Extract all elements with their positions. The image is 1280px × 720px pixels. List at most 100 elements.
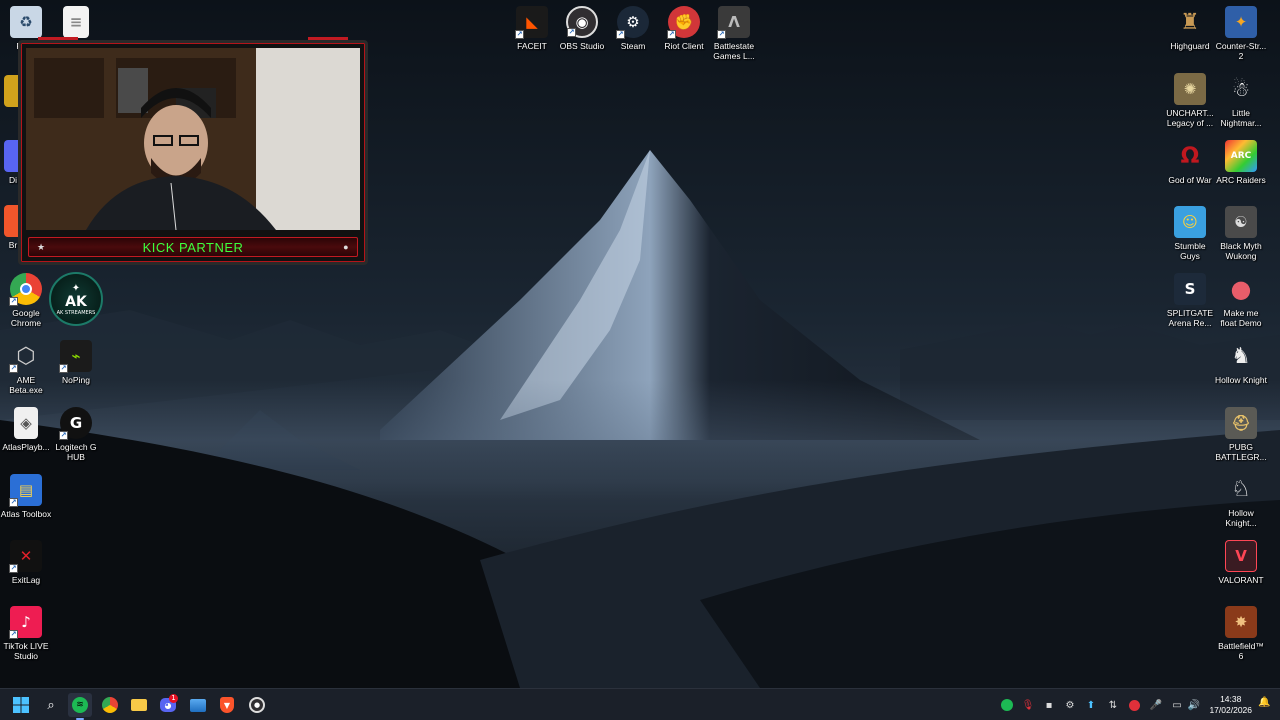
steam-icon: ⚙ ↗ (616, 6, 649, 39)
display-tray-icon[interactable]: ▭ (1169, 697, 1185, 713)
battlestate-desktop-icon[interactable]: Λ ↗ Battlestate Games L... (708, 6, 760, 61)
vpn-tray-icon[interactable]: ⬆ (1083, 697, 1099, 713)
noping-icon: ⌁ ↗ (59, 340, 92, 373)
counter-strike-desktop-icon[interactable]: ✦ Counter-Str... 2 (1215, 6, 1267, 61)
little-nightmares-desktop-icon[interactable]: ☃ Little Nightmar... (1215, 73, 1267, 128)
spotify-taskbar[interactable]: ≋ (68, 693, 92, 720)
exitlag-icon: ✕ ↗ (9, 540, 42, 573)
pubg-desktop-icon[interactable]: ⛑ PUBG BATTLEGR... (1215, 407, 1267, 462)
logitech-g-icon: G ↗ (59, 407, 92, 440)
ame-icon: ⬡ ↗ (9, 343, 36, 373)
battlefield-desktop-icon[interactable]: ✸ Battlefield™ 6 (1215, 606, 1267, 661)
ame-desktop-icon[interactable]: ⬡ ↗ AME Beta.exe (0, 340, 52, 395)
highguard-desktop-icon[interactable]: ♜ Highguard (1164, 6, 1216, 52)
clock-date: 17/02/2026 (1209, 705, 1252, 715)
splitgate-icon: S (1174, 273, 1206, 305)
counter-strike-icon: ✦ (1225, 6, 1257, 38)
hollow-knight-silksong-icon: ♘ (1231, 476, 1251, 502)
mic-muted-tray-icon[interactable]: 🎙 (1020, 697, 1036, 713)
photos-icon (190, 698, 206, 712)
hollow-knight-silksong-desktop-icon[interactable]: ♘ Hollow Knight... (1215, 473, 1267, 529)
taskbar: ⌕ ≋ ◕ 1 ▼ ● 🎙 ▪ ⚙ ⬆ ⇅ 🎤 ▭ 🔊 14:38 17/02/… (0, 688, 1280, 720)
search-icon: ⌕ (47, 697, 55, 713)
chrome-icon (102, 697, 118, 713)
photos-taskbar[interactable] (186, 693, 210, 717)
notification-center-icon[interactable]: 🔔 (1258, 697, 1272, 711)
highguard-icon: ♜ (1180, 9, 1200, 35)
black-myth-icon: ☯ (1225, 206, 1257, 238)
search-button[interactable]: ⌕ (39, 693, 63, 717)
splitgate-desktop-icon[interactable]: S SPLITGATE Arena Re... (1164, 273, 1216, 328)
god-of-war-desktop-icon[interactable]: Ω God of War (1164, 140, 1216, 186)
tiktok-live-desktop-icon[interactable]: ♪ ↗ TikTok LIVE Studio (0, 606, 52, 661)
obs-icon: ◉ ↗ (566, 6, 598, 38)
webcam-video (26, 48, 360, 230)
kick-partner-banner: ★ KICK PARTNER ● (28, 237, 358, 257)
stumble-guys-icon: ☺ (1174, 206, 1206, 238)
arc-raiders-icon: ARC (1225, 140, 1257, 172)
webcam-overlay: ★ KICK PARTNER ● (18, 37, 368, 265)
spotify-icon: ≋ (72, 697, 88, 713)
steam-desktop-icon[interactable]: ⚙ ↗ Steam (607, 6, 659, 51)
desktop[interactable]: ♻ Recy ≡ Di Br ↗ Google Chrome ✦AKAK STR… (0, 0, 1280, 688)
tiktok-live-icon: ♪ ↗ (9, 606, 42, 639)
black-myth-desktop-icon[interactable]: ☯ Black Myth Wukong (1215, 206, 1267, 261)
record-tray-icon[interactable] (1126, 697, 1142, 713)
discord-taskbar[interactable]: ◕ 1 (156, 693, 180, 717)
steam-tray-icon[interactable]: ⚙ (1062, 697, 1078, 713)
obs-desktop-icon[interactable]: ◉ ↗ OBS Studio (556, 6, 608, 51)
ak-streamers-desktop-icon[interactable]: ✦ AK AK STREAMERS (48, 272, 104, 329)
chrome-icon: ↗ (9, 273, 42, 306)
recycle-bin-icon: ♻ (10, 6, 42, 38)
document-desktop-icon[interactable]: ≡ (50, 6, 102, 41)
webcam-scene (26, 48, 360, 230)
brave-icon: ▼ (220, 697, 234, 713)
riot-icon: ✊ ↗ (667, 6, 700, 39)
atlas-toolbox-desktop-icon[interactable]: ▤ ↗ Atlas Toolbox (0, 474, 52, 519)
valorant-icon: V (1225, 540, 1257, 572)
microphone-tray-icon[interactable]: 🎤 (1148, 697, 1164, 713)
obs-taskbar[interactable]: ● (245, 693, 269, 717)
star-icon: ★ (37, 241, 46, 252)
user-icon: ● (343, 242, 349, 252)
logitech-desktop-icon[interactable]: G ↗ Logitech G HUB (50, 407, 102, 462)
battlestate-icon: Λ ↗ (717, 6, 750, 39)
ak-streamers-logo-icon: ✦ AK AK STREAMERS (49, 272, 103, 326)
god-of-war-icon: Ω (1180, 143, 1200, 169)
exitlag-desktop-icon[interactable]: ✕ ↗ ExitLag (0, 540, 52, 585)
uncharted-desktop-icon[interactable]: ✺ UNCHART... Legacy of ... (1164, 73, 1216, 128)
atlas-playbook-icon: ◈ (14, 407, 38, 439)
valorant-desktop-icon[interactable]: V VALORANT (1215, 540, 1267, 585)
chrome-taskbar[interactable] (98, 693, 122, 717)
stumble-guys-desktop-icon[interactable]: ☺ Stumble Guys (1164, 206, 1216, 261)
balloon-icon: ● (1230, 275, 1252, 303)
file-explorer-taskbar[interactable] (127, 693, 151, 717)
clock-time: 14:38 (1220, 694, 1242, 704)
notification-badge: 1 (169, 694, 178, 703)
make-me-float-desktop-icon[interactable]: ● Make me float Demo (1215, 273, 1267, 328)
obs-icon: ● (249, 697, 265, 713)
noping-desktop-icon[interactable]: ⌁ ↗ NoPing (50, 340, 102, 385)
faceit-desktop-icon[interactable]: ◣ ↗ FACEIT (506, 6, 558, 51)
arc-raiders-desktop-icon[interactable]: ARC ARC Raiders (1215, 140, 1267, 185)
little-nightmares-icon: ☃ (1232, 77, 1250, 101)
faceit-icon: ◣ ↗ (515, 6, 548, 39)
network-tray-icon[interactable]: ⇅ (1105, 697, 1121, 713)
pubg-icon: ⛑ (1225, 407, 1257, 439)
folder-icon (131, 699, 147, 711)
volume-tray-icon[interactable]: 🔊 (1186, 697, 1202, 713)
chrome-desktop-icon[interactable]: ↗ Google Chrome (0, 273, 52, 328)
banner-text: KICK PARTNER (142, 239, 244, 255)
start-button[interactable] (9, 693, 33, 717)
spotify-tray-icon[interactable] (999, 697, 1015, 713)
atlas-playbook-desktop-icon[interactable]: ◈ AtlasPlayb... (0, 407, 52, 452)
hollow-knight-desktop-icon[interactable]: ♞ Hollow Knight (1215, 340, 1267, 386)
riot-client-desktop-icon[interactable]: ✊ ↗ Riot Client (658, 6, 710, 51)
brave-taskbar[interactable]: ▼ (215, 693, 239, 717)
clock[interactable]: 14:38 17/02/2026 (1209, 694, 1252, 716)
battlefield-icon: ✸ (1225, 606, 1257, 638)
windows-logo-icon (13, 697, 29, 713)
atlas-toolbox-icon: ▤ ↗ (9, 474, 42, 507)
document-icon: ≡ (63, 6, 89, 38)
app-tray-icon[interactable]: ▪ (1041, 697, 1057, 713)
